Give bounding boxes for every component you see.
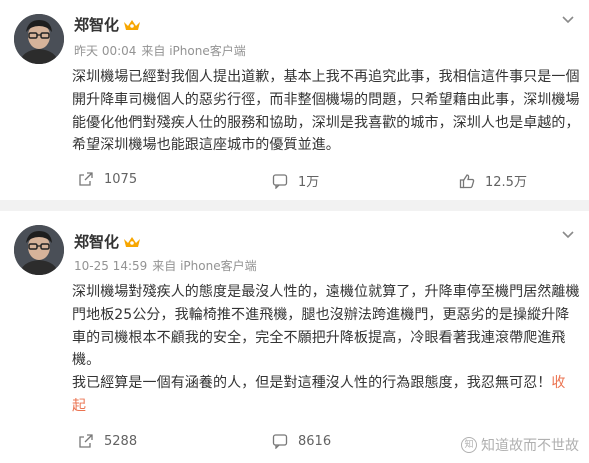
- like-button[interactable]: 12.5万: [459, 171, 527, 190]
- thumbs-up-icon: [459, 173, 475, 188]
- post-source: 来自 iPhone客户端: [152, 259, 257, 273]
- avatar[interactable]: [14, 225, 64, 275]
- post-time[interactable]: 10-25 14:59: [74, 259, 147, 273]
- repost-count: 1075: [104, 171, 138, 187]
- content-line: 機。: [72, 352, 101, 369]
- weibo-post: 郑智化 昨天 00:04 来自 iPhone客户端 深圳機場已經對我個人提出道歉，…: [0, 0, 589, 200]
- content-line: 門地板25公分，我輪椅推不進飛機，腿也沒辦法跨進機門，更惡劣的是操縱升降: [72, 306, 570, 323]
- watermark-text: 知道故而不世故: [481, 438, 579, 454]
- repost-icon: [79, 434, 93, 448]
- watermark: 知 知道故而不世故: [461, 435, 579, 455]
- comment-count: 1万: [298, 175, 320, 190]
- crown-badge-icon: [124, 236, 141, 247]
- chevron-down-icon[interactable]: [559, 225, 577, 243]
- content-line: 車的司機根本不顧我的安全，完全不願把升降板提高，冷眼看著我連滾帶爬進飛: [72, 329, 566, 346]
- comment-count: 8616: [298, 433, 332, 449]
- post-meta: 10-25 14:59 来自 iPhone客户端: [74, 257, 257, 274]
- comment-icon: [272, 434, 288, 449]
- weibo-post: 郑智化 10-25 14:59 来自 iPhone客户端 深圳機場對殘疾人的態度是…: [0, 211, 589, 463]
- comment-icon: [272, 173, 288, 189]
- author-name[interactable]: 郑智化: [74, 231, 141, 252]
- avatar[interactable]: [14, 14, 64, 64]
- content-line: 開升降車司機個人的惡劣行徑，而非整個機場的問題，只希望藉由此事，深圳機場: [72, 91, 580, 108]
- content-line: 我已經算是一個有涵養的人，但是對這種沒人性的行為跟態度，我忍無可忍！收: [72, 372, 580, 395]
- author-name[interactable]: 郑智化: [74, 14, 141, 35]
- comment-button[interactable]: 1万: [272, 171, 319, 190]
- post-content: 深圳機場對殘疾人的態度是最沒人性的，遠機位就算了，升降車停至機門居然離機 門地板…: [72, 281, 580, 418]
- watermark-logo-icon: 知: [461, 437, 477, 453]
- content-line: 深圳機場對殘疾人的態度是最沒人性的，遠機位就算了，升降車停至機門居然離機: [72, 284, 580, 300]
- content-line: 能優化他們對殘疾人仕的服務和協助，深圳是我喜歡的城市，深圳人也是卓越的，: [72, 114, 580, 131]
- post-source: 来自 iPhone客户端: [141, 44, 246, 58]
- author-name-text[interactable]: 郑智化: [74, 14, 119, 35]
- like-count: 12.5万: [485, 175, 527, 190]
- chevron-down-icon[interactable]: [559, 10, 577, 28]
- collapse-link-cont[interactable]: 起: [72, 398, 86, 414]
- post-actions: 1075 1万 12.5万: [0, 171, 589, 193]
- crown-badge-icon: [124, 19, 141, 30]
- repost-count: 5288: [104, 433, 138, 449]
- post-meta: 昨天 00:04 来自 iPhone客户端: [74, 42, 246, 59]
- collapse-link[interactable]: 收: [551, 375, 565, 391]
- author-name-text[interactable]: 郑智化: [74, 231, 119, 252]
- post-content: 深圳機場已經對我個人提出道歉，基本上我不再追究此事，我相信這件事只是一個 開升降…: [72, 66, 580, 157]
- content-line-text: 我已經算是一個有涵養的人，但是對這種沒人性的行為跟態度，我忍無可忍！: [72, 375, 552, 392]
- content-line: 深圳機場已經對我個人提出道歉，基本上我不再追究此事，我相信這件事只是一個: [72, 69, 580, 85]
- repost-button[interactable]: 5288: [78, 433, 137, 449]
- content-line: 起: [72, 395, 580, 418]
- repost-button[interactable]: 1075: [78, 171, 137, 187]
- content-line: 希望深圳機場也能跟這座城市的優質並進。: [72, 137, 340, 154]
- comment-button[interactable]: 8616: [272, 433, 331, 449]
- repost-icon: [79, 172, 93, 186]
- post-time[interactable]: 昨天 00:04: [74, 44, 136, 58]
